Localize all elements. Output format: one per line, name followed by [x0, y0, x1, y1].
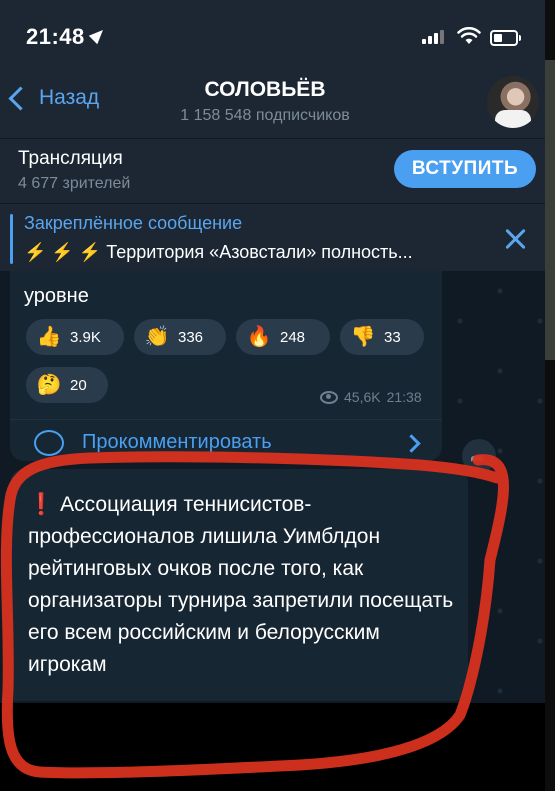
live-stream-bar[interactable]: Трансляция 4 677 зрителей ВСТУПИТЬ: [0, 138, 545, 203]
back-button[interactable]: Назад: [6, 85, 100, 111]
clapping-hands-icon: 👏: [144, 326, 170, 348]
location-arrow-icon: [88, 25, 108, 45]
message-input-area: [0, 703, 545, 791]
message-time: 21:38: [386, 389, 422, 405]
view-count: 45,6K: [344, 389, 381, 405]
pinned-indicator: [10, 214, 13, 264]
status-time: 21:48: [26, 24, 85, 49]
channel-header: Назад СОЛОВЬЁВ 1 158 548 подписчиков: [0, 72, 545, 138]
reaction-count: 248: [280, 328, 306, 346]
pinned-text: ⚡ ⚡ ⚡ Территория «Азовстали» полность...: [24, 242, 413, 262]
reaction-thinking[interactable]: 🤔 20: [26, 367, 108, 403]
join-stream-button[interactable]: ВСТУПИТЬ: [394, 150, 536, 188]
thinking-face-icon: 🤔: [36, 374, 62, 396]
chevron-right-icon: [402, 434, 421, 453]
subscriber-count: 1 158 548 подписчиков: [180, 107, 350, 124]
background-edge: [545, 0, 555, 791]
comment-bubble-icon: [34, 430, 64, 456]
message-bubble[interactable]: ❗ Ассоциация теннисистов-профессионалов л…: [10, 469, 468, 701]
share-button[interactable]: ➦: [462, 439, 496, 473]
reaction-thumbs-up[interactable]: 👍 3.9K: [26, 319, 124, 355]
message-text-tail: уровне: [24, 285, 89, 307]
pinned-message-bar[interactable]: Закреплённое сообщение ⚡ ⚡ ⚡ Территория …: [0, 203, 545, 272]
telegram-screen: 21:48 Назад СОЛОВЬЁВ 1 158 548 подписчик…: [0, 0, 545, 791]
reaction-thumbs-down[interactable]: 👎 33: [340, 319, 424, 355]
reaction-count: 336: [178, 328, 204, 346]
comment-button[interactable]: Прокомментировать: [10, 419, 442, 464]
chat-area: уровне 👍 3.9K 👏 336 🔥 248 👎 33 🤔 20 45,6…: [0, 271, 545, 791]
thumbs-down-icon: 👎: [350, 326, 376, 348]
reaction-count: 33: [384, 328, 401, 346]
channel-title[interactable]: СОЛОВЬЁВ: [120, 78, 410, 102]
battery-icon: [490, 30, 521, 46]
share-arrow-icon: ➦: [470, 448, 486, 468]
back-label: Назад: [39, 86, 100, 109]
channel-avatar[interactable]: [487, 76, 539, 128]
comment-label: Прокомментировать: [82, 431, 272, 453]
chevron-left-icon: [8, 85, 33, 111]
message-meta: 45,6K 21:38: [320, 389, 422, 405]
message-text: ❗ Ассоциация теннисистов-профессионалов л…: [28, 489, 458, 681]
close-icon[interactable]: [504, 228, 526, 250]
reaction-count: 3.9K: [70, 328, 101, 346]
stream-title: Трансляция: [18, 148, 123, 169]
reaction-fire[interactable]: 🔥 248: [236, 319, 330, 355]
message-body: Ассоциация теннисистов-профессионалов ли…: [28, 493, 454, 676]
message-bubble[interactable]: уровне 👍 3.9K 👏 336 🔥 248 👎 33 🤔 20 45,6…: [10, 271, 442, 461]
eye-icon: [320, 390, 338, 404]
wifi-icon: [457, 27, 481, 44]
stream-viewers: 4 677 зрителей: [18, 175, 131, 192]
reaction-count: 20: [70, 376, 87, 394]
fire-icon: 🔥: [246, 326, 272, 348]
thumbs-up-icon: 👍: [36, 326, 62, 348]
exclamation-icon: ❗: [28, 493, 55, 516]
reaction-clap[interactable]: 👏 336: [134, 319, 226, 355]
pinned-title: Закреплённое сообщение: [24, 213, 243, 233]
status-bar: 21:48: [0, 0, 545, 72]
